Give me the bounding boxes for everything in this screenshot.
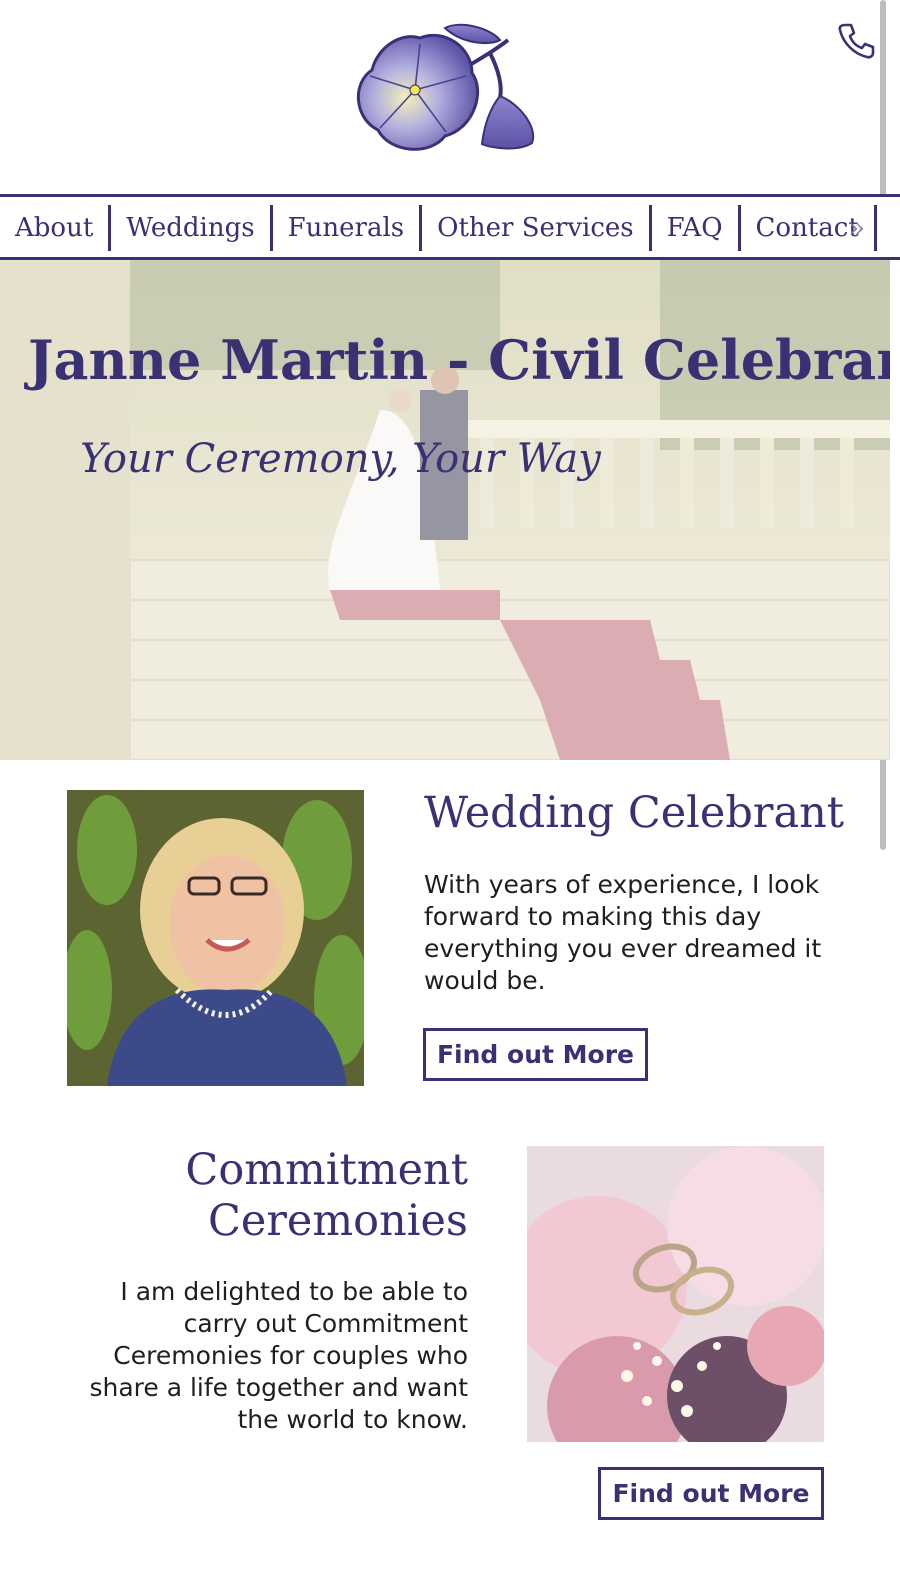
nav-item-other-services[interactable]: Other Services: [422, 205, 652, 251]
nav-list: About Weddings Funerals Other Services F…: [0, 205, 877, 251]
main-nav: About Weddings Funerals Other Services F…: [0, 194, 900, 260]
wedding-find-out-more-button[interactable]: Find out More: [423, 1028, 648, 1081]
nav-item-about[interactable]: About: [0, 205, 112, 251]
flower-logo-icon[interactable]: [350, 18, 540, 158]
hero-banner: Janne Martin - Civil Celebrant Your Cere…: [0, 260, 890, 760]
wedding-rings-image: [527, 1146, 824, 1442]
nav-item-faq[interactable]: FAQ: [652, 205, 741, 251]
nav-item-weddings[interactable]: Weddings: [111, 205, 273, 251]
commitment-title-line2: Ceremonies: [208, 1196, 468, 1246]
commitment-find-out-more-button[interactable]: Find out More: [598, 1467, 824, 1520]
celebrant-portrait-image: [67, 790, 364, 1086]
wedding-section-text: With years of experience, I look forward…: [424, 870, 822, 995]
commitment-section-title: Commitment Ceremonies: [60, 1145, 468, 1247]
wedding-section-title: Wedding Celebrant: [424, 788, 845, 838]
hero-tagline: Your Ceremony, Your Way: [80, 436, 601, 482]
nav-scroll-right-icon[interactable]: »: [848, 211, 865, 244]
site-header: [0, 0, 900, 195]
commitment-section-text: I am delighted to be able to carry out C…: [89, 1277, 468, 1434]
commitment-title-line1: Commitment: [185, 1145, 468, 1195]
hero-title: Janne Martin - Civil Celebrant: [28, 328, 890, 392]
phone-icon[interactable]: [836, 20, 876, 60]
nav-item-funerals[interactable]: Funerals: [273, 205, 423, 251]
